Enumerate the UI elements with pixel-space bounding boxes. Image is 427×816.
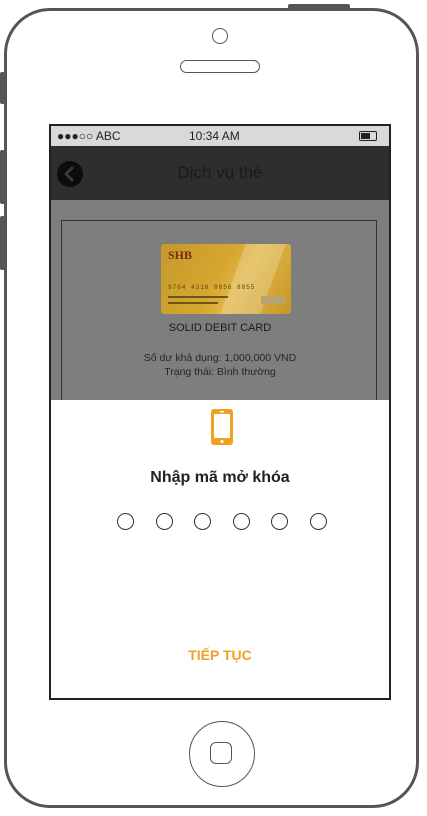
pin-dot [271,513,289,530]
front-camera [212,28,228,44]
status-bar: ●●●○○ ABC 10:34 AM [51,126,389,146]
smartphone-icon [209,408,241,448]
home-button[interactable] [189,721,255,787]
pin-dot [194,513,212,530]
phone-screen: ●●●○○ ABC 10:34 AM Dịch vụ thẻ SHB 9704 … [49,124,391,700]
unlock-sheet: Nhập mã mở khóa TIẾP TỤC [51,400,389,698]
pin-dot [309,513,327,530]
card-info: Số dư khả dụng: 1,000,000 VND Trạng thái… [51,351,389,379]
pin-dot [232,513,250,530]
battery-icon [359,131,377,141]
nav-bar: Dịch vụ thẻ [51,146,389,200]
debit-card-image: SHB 9704 4310 8856 8855 [161,244,291,314]
status-time: 10:34 AM [189,129,240,143]
card-brand-mark [261,296,285,304]
bank-logo: SHB [168,248,193,262]
pin-dot [155,513,173,530]
home-button-icon [210,742,232,764]
continue-button[interactable]: TIẾP TỤC [51,647,389,663]
card-name: SOLID DEBIT CARD [168,322,272,334]
pin-dot [117,513,134,530]
card-status: Trạng thái: Bình thường [164,366,276,378]
card-number: 9704 4310 8856 8855 [168,284,256,291]
carrier-signal: ●●●○○ ABC [57,129,121,143]
pin-input[interactable] [117,513,327,533]
page-title: Dịch vụ thẻ [177,163,263,182]
available-balance: Số dư khả dụng: 1,000,000 VND [143,352,297,364]
earpiece-speaker [180,60,260,73]
unlock-code-title: Nhập mã mở khóa [150,469,290,486]
